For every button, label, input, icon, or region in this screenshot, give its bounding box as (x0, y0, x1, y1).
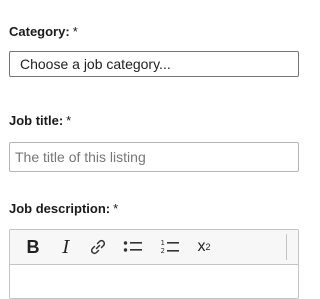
category-selected-value: Choose a job category... (20, 56, 171, 72)
job-title-label-text: Job title: (9, 113, 64, 128)
superscript-icon[interactable]: x2 (192, 230, 216, 264)
job-description-editor[interactable]: B I 1 2 x 2 (9, 229, 299, 299)
job-description-label-text: Job description: (9, 201, 111, 216)
job-title-label: Job title: * (9, 113, 71, 128)
required-mark: * (113, 201, 119, 216)
category-label: Category: * (9, 24, 78, 39)
svg-text:2: 2 (161, 247, 165, 255)
svg-text:1: 1 (161, 239, 165, 247)
link-icon[interactable] (87, 230, 109, 264)
toolbar-divider (286, 234, 287, 260)
superscript-base: x (197, 238, 206, 255)
bold-glyph: B (26, 236, 40, 257)
bullet-list-icon[interactable] (121, 230, 145, 264)
superscript-exponent: 2 (205, 242, 211, 252)
bullet-list-icon-graphic (123, 241, 142, 252)
link-icon-graphic (90, 239, 106, 255)
category-select[interactable]: Choose a job category... (9, 51, 299, 77)
category-label-text: Category: (9, 24, 70, 39)
editor-toolbar: B I 1 2 x 2 (10, 230, 298, 265)
italic-icon[interactable]: I (56, 230, 76, 264)
job-title-placeholder: The title of this listing (15, 149, 146, 165)
required-mark: * (66, 113, 72, 128)
job-description-label: Job description: * (9, 201, 118, 216)
numbered-list-icon-graphic: 1 2 (161, 239, 179, 255)
bold-icon[interactable]: B (23, 230, 43, 264)
italic-glyph: I (62, 236, 70, 258)
numbered-list-icon[interactable]: 1 2 (158, 230, 182, 264)
required-mark: * (72, 24, 78, 39)
job-title-input[interactable]: The title of this listing (9, 142, 299, 172)
